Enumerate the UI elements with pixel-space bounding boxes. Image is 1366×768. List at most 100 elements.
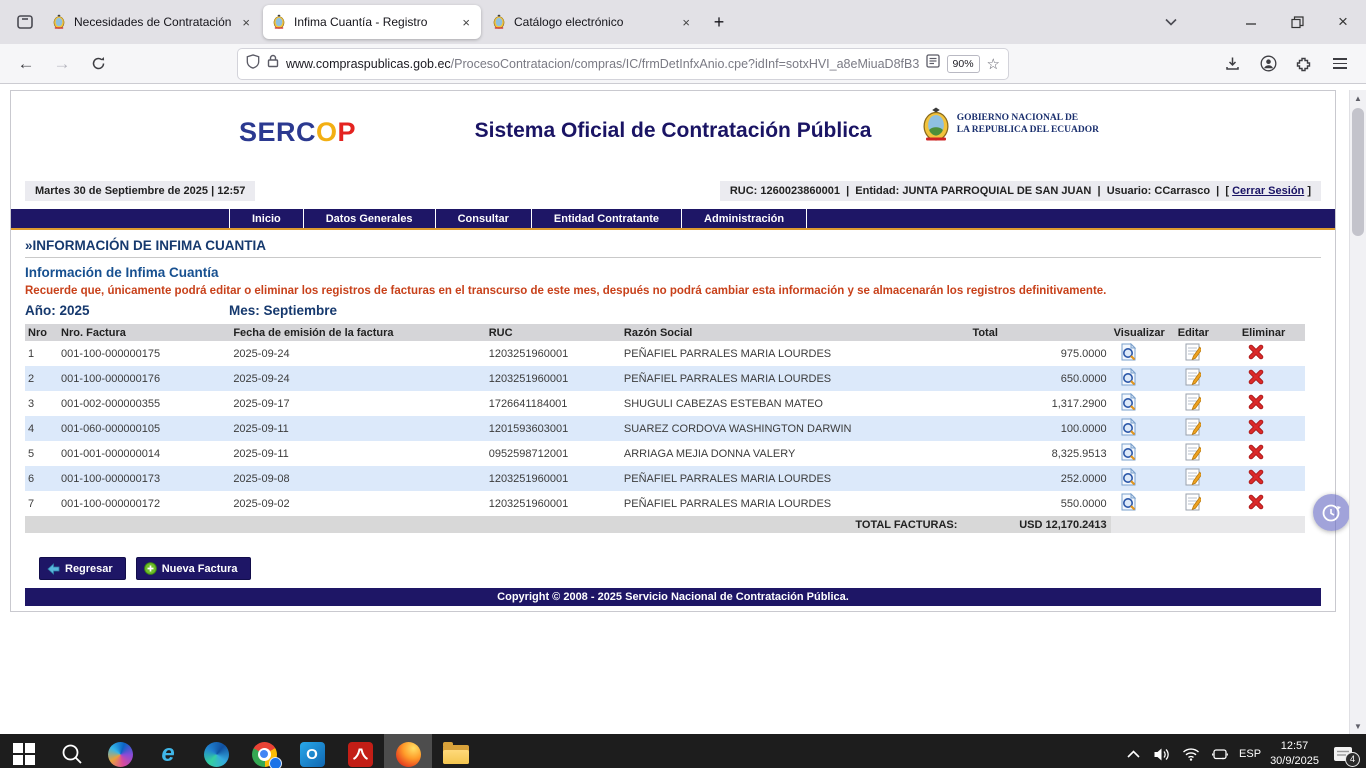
menu-item-entidad-contratante[interactable]: Entidad Contratante [531, 209, 681, 228]
close-window-button[interactable]: × [1320, 0, 1366, 44]
visualizar-icon[interactable] [1120, 493, 1137, 514]
editar-icon[interactable] [1184, 368, 1201, 389]
visualizar-icon[interactable] [1120, 393, 1137, 414]
scroll-down-arrow[interactable]: ▼ [1350, 722, 1366, 731]
visualizar-icon[interactable] [1120, 368, 1137, 389]
eliminar-icon[interactable] [1248, 469, 1264, 488]
browser-toolbar: ← → www.compraspublicas.gob.ec/ProcesoCo… [0, 44, 1366, 84]
total-label: TOTAL FACTURAS: [25, 516, 969, 533]
tab-close-icon[interactable]: × [459, 15, 473, 30]
back-button[interactable]: ← [10, 49, 42, 79]
nueva-factura-button[interactable]: Nueva Factura [136, 557, 251, 580]
editar-icon[interactable] [1184, 393, 1201, 414]
editar-icon[interactable] [1184, 468, 1201, 489]
cell-fecha: 2025-09-24 [230, 366, 485, 391]
file-explorer-icon[interactable] [432, 734, 480, 768]
cell-factura: 001-060-000000105 [58, 416, 230, 441]
menu-hamburger-icon[interactable] [1324, 49, 1356, 79]
visualizar-icon[interactable] [1120, 443, 1137, 464]
tab-close-icon[interactable]: × [679, 15, 693, 30]
taskbar-clock[interactable]: 12:57 30/9/2025 [1270, 739, 1319, 768]
eliminar-icon[interactable] [1248, 394, 1264, 413]
connect-display-icon[interactable] [1210, 747, 1230, 761]
cell-total: 975.0000 [969, 341, 1110, 366]
cell-razon-social: ARRIAGA MEJIA DONNA VALERY [621, 441, 970, 466]
visualizar-icon[interactable] [1120, 343, 1137, 364]
zoom-level-badge[interactable]: 90% [947, 55, 980, 73]
account-icon[interactable] [1252, 49, 1284, 79]
tracking-shield-icon[interactable] [246, 54, 260, 74]
cell-ruc: 1201593603001 [486, 416, 621, 441]
browser-tab[interactable]: Infima Cuantía - Registro × [263, 5, 481, 39]
browser-tab[interactable]: Catálogo electrónico× [483, 5, 701, 39]
cell-razon-social: PEÑAFIEL PARRALES MARIA LOURDES [621, 466, 970, 491]
editar-icon[interactable] [1184, 418, 1201, 439]
menu-item-consultar[interactable]: Consultar [435, 209, 531, 228]
edge-icon[interactable] [192, 734, 240, 768]
cell-razon-social: SHUGULI CABEZAS ESTEBAN MATEO [621, 391, 970, 416]
logout-link[interactable]: Cerrar Sesión [1232, 185, 1304, 197]
page-scrollbar[interactable]: ▲ ▼ [1349, 90, 1366, 734]
tab-title: Infima Cuantía - Registro [294, 15, 452, 29]
chrome-icon[interactable] [240, 734, 288, 768]
column-header: Visualizar [1111, 324, 1175, 341]
eliminar-icon[interactable] [1248, 494, 1264, 513]
tab-close-icon[interactable]: × [239, 15, 253, 30]
downloads-icon[interactable] [1216, 49, 1248, 79]
visualizar-icon[interactable] [1120, 418, 1137, 439]
bookmark-star-icon[interactable]: ☆ [987, 55, 1000, 73]
new-tab-button[interactable]: + [704, 7, 734, 37]
lock-icon[interactable] [267, 54, 279, 73]
wifi-icon[interactable] [1181, 747, 1201, 761]
acrobat-icon[interactable] [336, 734, 384, 768]
cell-razon-social: PEÑAFIEL PARRALES MARIA LOURDES [621, 341, 970, 366]
forward-button[interactable]: → [46, 49, 78, 79]
browser-tab-strip: Necesidades de Contratación y×Infima Cua… [0, 0, 1366, 44]
firefox-icon[interactable] [384, 734, 432, 768]
menu-item-inicio[interactable]: Inicio [229, 209, 303, 228]
editar-icon[interactable] [1184, 493, 1201, 514]
outlook-icon[interactable]: O [288, 734, 336, 768]
eliminar-icon[interactable] [1248, 444, 1264, 463]
search-icon[interactable] [48, 734, 96, 768]
language-indicator[interactable]: ESP [1239, 748, 1261, 760]
plus-icon [144, 562, 157, 575]
menu-item-administracion[interactable]: Administración [681, 209, 807, 228]
internet-explorer-icon[interactable]: e [144, 734, 192, 768]
menu-item-datos-generales[interactable]: Datos Generales [303, 209, 435, 228]
start-button[interactable] [0, 734, 48, 768]
list-tabs-chevron-icon[interactable] [1154, 7, 1188, 37]
eliminar-icon[interactable] [1248, 369, 1264, 388]
scroll-up-arrow[interactable]: ▲ [1350, 90, 1366, 103]
table-row: 6001-100-0000001732025-09-08120325196000… [25, 466, 1305, 491]
firefox-view-icon[interactable] [8, 7, 42, 37]
eliminar-icon[interactable] [1248, 344, 1264, 363]
extensions-icon[interactable] [1288, 49, 1320, 79]
sercop-logo: SERCOP [239, 117, 356, 148]
copilot-icon[interactable] [96, 734, 144, 768]
browser-tab[interactable]: Necesidades de Contratación y× [43, 5, 261, 39]
total-row: TOTAL FACTURAS: USD 12,170.2413 [25, 516, 1305, 533]
table-row: 1001-100-0000001752025-09-24120325196000… [25, 341, 1305, 366]
cell-factura: 001-100-000000172 [58, 491, 230, 516]
reader-mode-icon[interactable] [926, 54, 940, 73]
minimize-button[interactable] [1228, 0, 1274, 44]
cell-fecha: 2025-09-08 [230, 466, 485, 491]
editar-icon[interactable] [1184, 343, 1201, 364]
table-row: 3001-002-0000003552025-09-17172664118400… [25, 391, 1305, 416]
editar-icon[interactable] [1184, 443, 1201, 464]
visualizar-icon[interactable] [1120, 468, 1137, 489]
session-info-row: Martes 30 de Septiembre de 2025 | 12:57 … [25, 181, 1321, 201]
reload-button[interactable] [82, 49, 114, 79]
scrollbar-thumb[interactable] [1352, 108, 1364, 236]
regresar-button[interactable]: Regresar [39, 557, 126, 580]
government-brand: GOBIERNO NACIONAL DELA REPUBLICA DEL ECU… [921, 105, 1099, 145]
clock-widget[interactable] [1313, 494, 1350, 531]
tray-chevron-icon[interactable] [1123, 750, 1143, 758]
eliminar-icon[interactable] [1248, 419, 1264, 438]
volume-icon[interactable] [1152, 747, 1172, 762]
address-bar[interactable]: www.compraspublicas.gob.ec/ProcesoContra… [238, 49, 1008, 79]
restore-button[interactable] [1274, 0, 1320, 44]
notification-center-icon[interactable]: 4 [1328, 746, 1358, 763]
section-subtitle: Información de Infima Cuantía [25, 265, 1321, 280]
